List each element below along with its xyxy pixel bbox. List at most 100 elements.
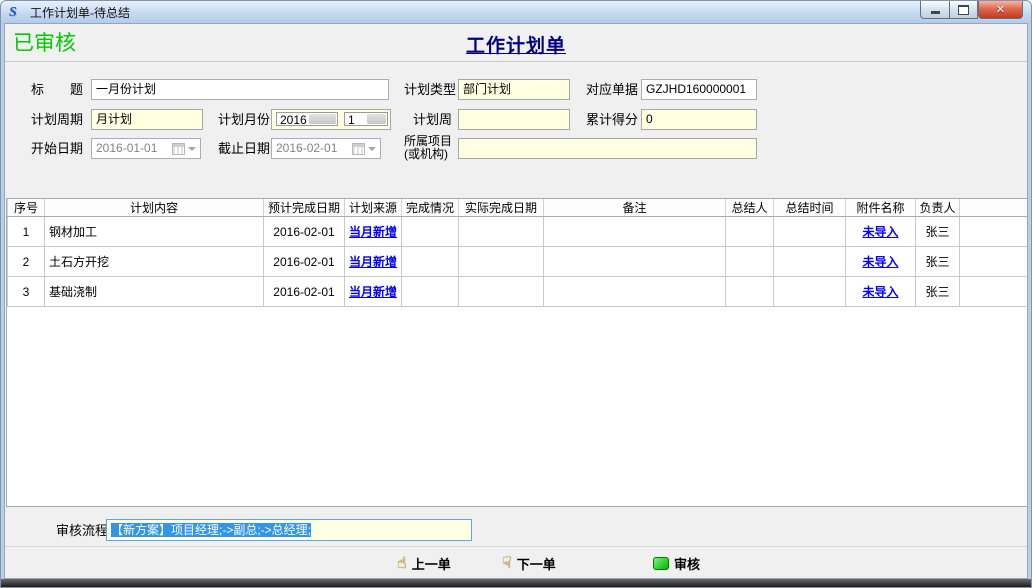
column-header-filler xyxy=(960,199,1028,217)
calendar-icon xyxy=(352,143,365,155)
cell-status xyxy=(402,277,459,307)
column-header: 负责人 xyxy=(916,199,960,217)
plan-cycle-field[interactable]: 月计划 xyxy=(91,109,203,130)
plan-table: 序号计划内容预计完成日期计划来源完成情况实际完成日期备注总结人总结时间附件名称负… xyxy=(7,199,1028,307)
page-title: 工作计划单 xyxy=(5,31,1027,58)
cell-attachment: 未导入 xyxy=(846,217,916,247)
app-window: S 工作计划单-待总结 ✕ 已审核 工作计划单 标 题 一月份计划 计划类型 部… xyxy=(0,0,1032,588)
cell-owner: 张三 xyxy=(916,217,960,247)
column-header: 预计完成日期 xyxy=(264,199,345,217)
previous-doc-label: 上一单 xyxy=(412,554,451,573)
column-header: 备注 xyxy=(544,199,726,217)
hand-up-icon: ☝ xyxy=(397,555,407,571)
plan-month-label: 计划月份 xyxy=(218,109,270,130)
chevron-down-icon xyxy=(188,147,196,151)
title-input[interactable]: 一月份计划 xyxy=(91,79,389,100)
cell-filler xyxy=(960,217,1028,247)
attachment-import-link[interactable]: 未导入 xyxy=(862,255,898,269)
cell-expected_date: 2016-02-01 xyxy=(264,217,345,247)
column-header: 附件名称 xyxy=(846,199,916,217)
ref-doc-input[interactable]: GZJHD160000001 xyxy=(641,79,757,100)
minimize-button[interactable] xyxy=(920,1,949,19)
cell-filler xyxy=(960,277,1028,307)
close-icon: ✕ xyxy=(996,3,1005,16)
plan-table-container: 序号计划内容预计完成日期计划来源完成情况实际完成日期备注总结人总结时间附件名称负… xyxy=(6,198,1028,507)
form-body: 已审核 工作计划单 标 题 一月份计划 计划类型 部门计划 对应单据 GZJHD… xyxy=(4,23,1028,579)
cell-attachment: 未导入 xyxy=(846,247,916,277)
cell-source: 当月新增 xyxy=(345,247,402,277)
end-date-picker[interactable]: 2016-02-01 xyxy=(271,138,381,159)
cell-actual_date xyxy=(459,217,544,247)
plan-source-link[interactable]: 当月新增 xyxy=(349,225,397,239)
project-field[interactable] xyxy=(458,138,757,159)
plan-month-field: 2016 1 xyxy=(271,109,391,130)
plan-month-value: 1 xyxy=(348,113,355,127)
cell-actual_date xyxy=(459,247,544,277)
cell-expected_date: 2016-02-01 xyxy=(264,247,345,277)
cell-attachment: 未导入 xyxy=(846,277,916,307)
maximize-icon xyxy=(958,5,969,15)
cell-summarizer xyxy=(726,277,774,307)
end-date-value: 2016-02-01 xyxy=(276,139,352,158)
chevron-down-icon xyxy=(368,147,376,151)
cell-source: 当月新增 xyxy=(345,217,402,247)
column-header: 计划来源 xyxy=(345,199,402,217)
cell-remark xyxy=(544,217,726,247)
plan-year-spinner[interactable]: 2016 xyxy=(276,112,338,126)
window-title: 工作计划单-待总结 xyxy=(30,4,130,21)
spinner-thumb xyxy=(367,114,386,124)
cell-filler xyxy=(960,247,1028,277)
column-header: 完成情况 xyxy=(402,199,459,217)
end-date-label: 截止日期 xyxy=(218,138,270,159)
table-row: 1钢材加工2016-02-01当月新增未导入张三 xyxy=(8,217,1028,247)
cell-remark xyxy=(544,277,726,307)
table-row: 2土石方开挖2016-02-01当月新增未导入张三 xyxy=(8,247,1028,277)
next-doc-button[interactable]: ☟ 下一单 xyxy=(502,552,556,574)
cell-owner: 张三 xyxy=(916,277,960,307)
cell-content: 土石方开挖 xyxy=(45,247,264,277)
plan-year-value: 2016 xyxy=(280,113,307,127)
plan-type-label: 计划类型 xyxy=(404,79,456,100)
plan-cycle-label: 计划周期 xyxy=(31,109,83,130)
column-header: 计划内容 xyxy=(45,199,264,217)
cell-source: 当月新增 xyxy=(345,277,402,307)
minimize-icon xyxy=(931,11,940,14)
review-flow-input[interactable]: 【新方案】项目经理;->副总;->总经理; xyxy=(106,519,472,541)
maximize-button[interactable] xyxy=(949,1,978,19)
plan-week-field[interactable] xyxy=(458,109,570,130)
score-field[interactable]: 0 xyxy=(641,109,757,130)
plan-type-field[interactable]: 部门计划 xyxy=(458,79,570,100)
start-date-value: 2016-01-01 xyxy=(96,139,172,158)
cell-content: 钢材加工 xyxy=(45,217,264,247)
table-row: 3基础浇制2016-02-01当月新增未导入张三 xyxy=(8,277,1028,307)
column-header: 总结人 xyxy=(726,199,774,217)
table-header-row: 序号计划内容预计完成日期计划来源完成情况实际完成日期备注总结人总结时间附件名称负… xyxy=(8,199,1028,217)
title-bar: S 工作计划单-待总结 ✕ xyxy=(1,1,1031,23)
cell-summary_time xyxy=(774,217,846,247)
app-logo-icon: S xyxy=(9,5,24,20)
column-header: 序号 xyxy=(8,199,45,217)
plan-source-link[interactable]: 当月新增 xyxy=(349,285,397,299)
audit-icon xyxy=(653,557,669,570)
cell-summarizer xyxy=(726,247,774,277)
cell-content: 基础浇制 xyxy=(45,277,264,307)
close-button[interactable]: ✕ xyxy=(978,1,1023,19)
title-label: 标 题 xyxy=(31,79,83,100)
attachment-import-link[interactable]: 未导入 xyxy=(862,285,898,299)
cell-summarizer xyxy=(726,217,774,247)
attachment-import-link[interactable]: 未导入 xyxy=(862,225,898,239)
spinner-thumb xyxy=(309,114,336,124)
plan-source-link[interactable]: 当月新增 xyxy=(349,255,397,269)
audit-button[interactable]: 审核 xyxy=(653,552,700,574)
cell-owner: 张三 xyxy=(916,247,960,277)
cell-status xyxy=(402,217,459,247)
hand-down-icon: ☟ xyxy=(502,555,512,571)
score-label: 累计得分 xyxy=(586,109,638,130)
calendar-icon xyxy=(172,143,185,155)
column-header: 总结时间 xyxy=(774,199,846,217)
plan-month-spinner[interactable]: 1 xyxy=(344,112,388,126)
project-label: 所属项目(或机构) xyxy=(404,135,452,161)
previous-doc-button[interactable]: ☝ 上一单 xyxy=(397,552,451,574)
ref-doc-label: 对应单据 xyxy=(586,79,638,100)
start-date-picker[interactable]: 2016-01-01 xyxy=(91,138,201,159)
